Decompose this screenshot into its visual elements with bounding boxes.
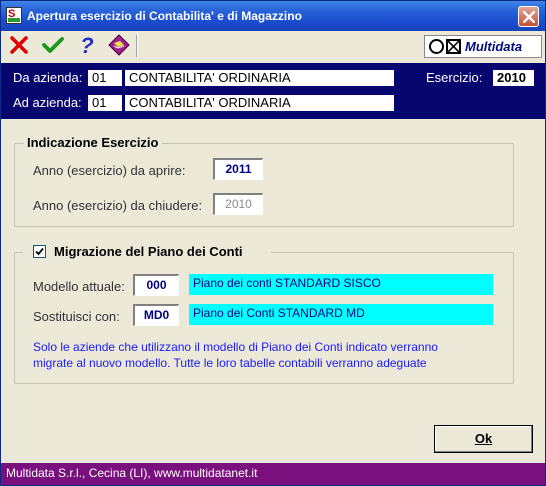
da-azienda-label: Da azienda: [13,70,83,85]
esercizio-value: 2010 [493,70,534,86]
migration-note-line-2: migrate al nuovo modello. Tutte le loro … [33,356,427,370]
anno-aprire-input[interactable]: 2011 [213,158,263,180]
toolbar: ? Multidata [1,31,545,61]
indicazione-esercizio-title: Indicazione Esercizio [24,135,162,150]
toolbar-separator [136,35,138,57]
confirm-button[interactable] [41,33,65,57]
anno-aprire-label: Anno (esercizio) da aprire: [33,163,186,178]
help-question-icon: ? [80,33,93,58]
ok-button[interactable]: Ok [434,425,533,453]
close-button[interactable] [518,6,539,27]
sostituisci-description: Piano dei Conti STANDARD MD [189,304,493,325]
company-header: Da azienda: 01 CONTABILITA' ORDINARIA Es… [1,63,545,119]
check-icon [35,247,44,256]
logo-text: Multidata [465,39,523,54]
modello-attuale-label: Modello attuale: [33,279,125,294]
footer-bar: Multidata S.r.l., Cecina (LI), www.multi… [1,463,545,485]
logo-square-x-icon [446,39,461,54]
svg-text:?: ? [80,33,93,57]
manual-button[interactable] [107,33,131,57]
app-icon: S [6,7,22,24]
modello-attuale-input[interactable]: 000 [133,274,179,296]
anno-chiudere-input: 2010 [213,193,263,215]
sostituisci-label: Sostituisci con: [33,309,120,324]
da-azienda-code: 01 [88,70,122,86]
migration-note-line-1: Solo le aziende che utilizzano il modell… [33,340,438,354]
title-bar[interactable]: S Apertura esercizio di Contabilita' e d… [1,1,545,31]
ad-azienda-name: CONTABILITA' ORDINARIA [125,95,394,111]
window-title: Apertura esercizio di Contabilita' e di … [27,9,302,23]
indicazione-esercizio-group [14,143,514,227]
migrazione-checkbox[interactable] [33,245,46,258]
help-button[interactable]: ? [75,33,99,58]
close-icon [523,11,535,23]
logo-circle-icon [429,39,444,54]
migrazione-title[interactable]: Migrazione del Piano dei Conti [51,244,246,259]
green-check-icon [42,37,64,53]
cancel-button[interactable] [7,33,31,57]
ad-azienda-code: 01 [88,95,122,111]
multidata-logo: Multidata [424,35,542,58]
dialog-window: S Apertura esercizio di Contabilita' e d… [0,0,546,486]
modello-attuale-description: Piano dei conti STANDARD SISCO [189,274,493,295]
ad-azienda-label: Ad azienda: [13,95,82,110]
sostituisci-input[interactable]: MD0 [133,304,179,326]
red-x-icon [10,36,28,54]
da-azienda-name: CONTABILITA' ORDINARIA [125,70,394,86]
book-diamond-icon [108,34,130,56]
esercizio-label: Esercizio: [426,70,483,85]
anno-chiudere-label: Anno (esercizio) da chiudere: [33,198,203,213]
